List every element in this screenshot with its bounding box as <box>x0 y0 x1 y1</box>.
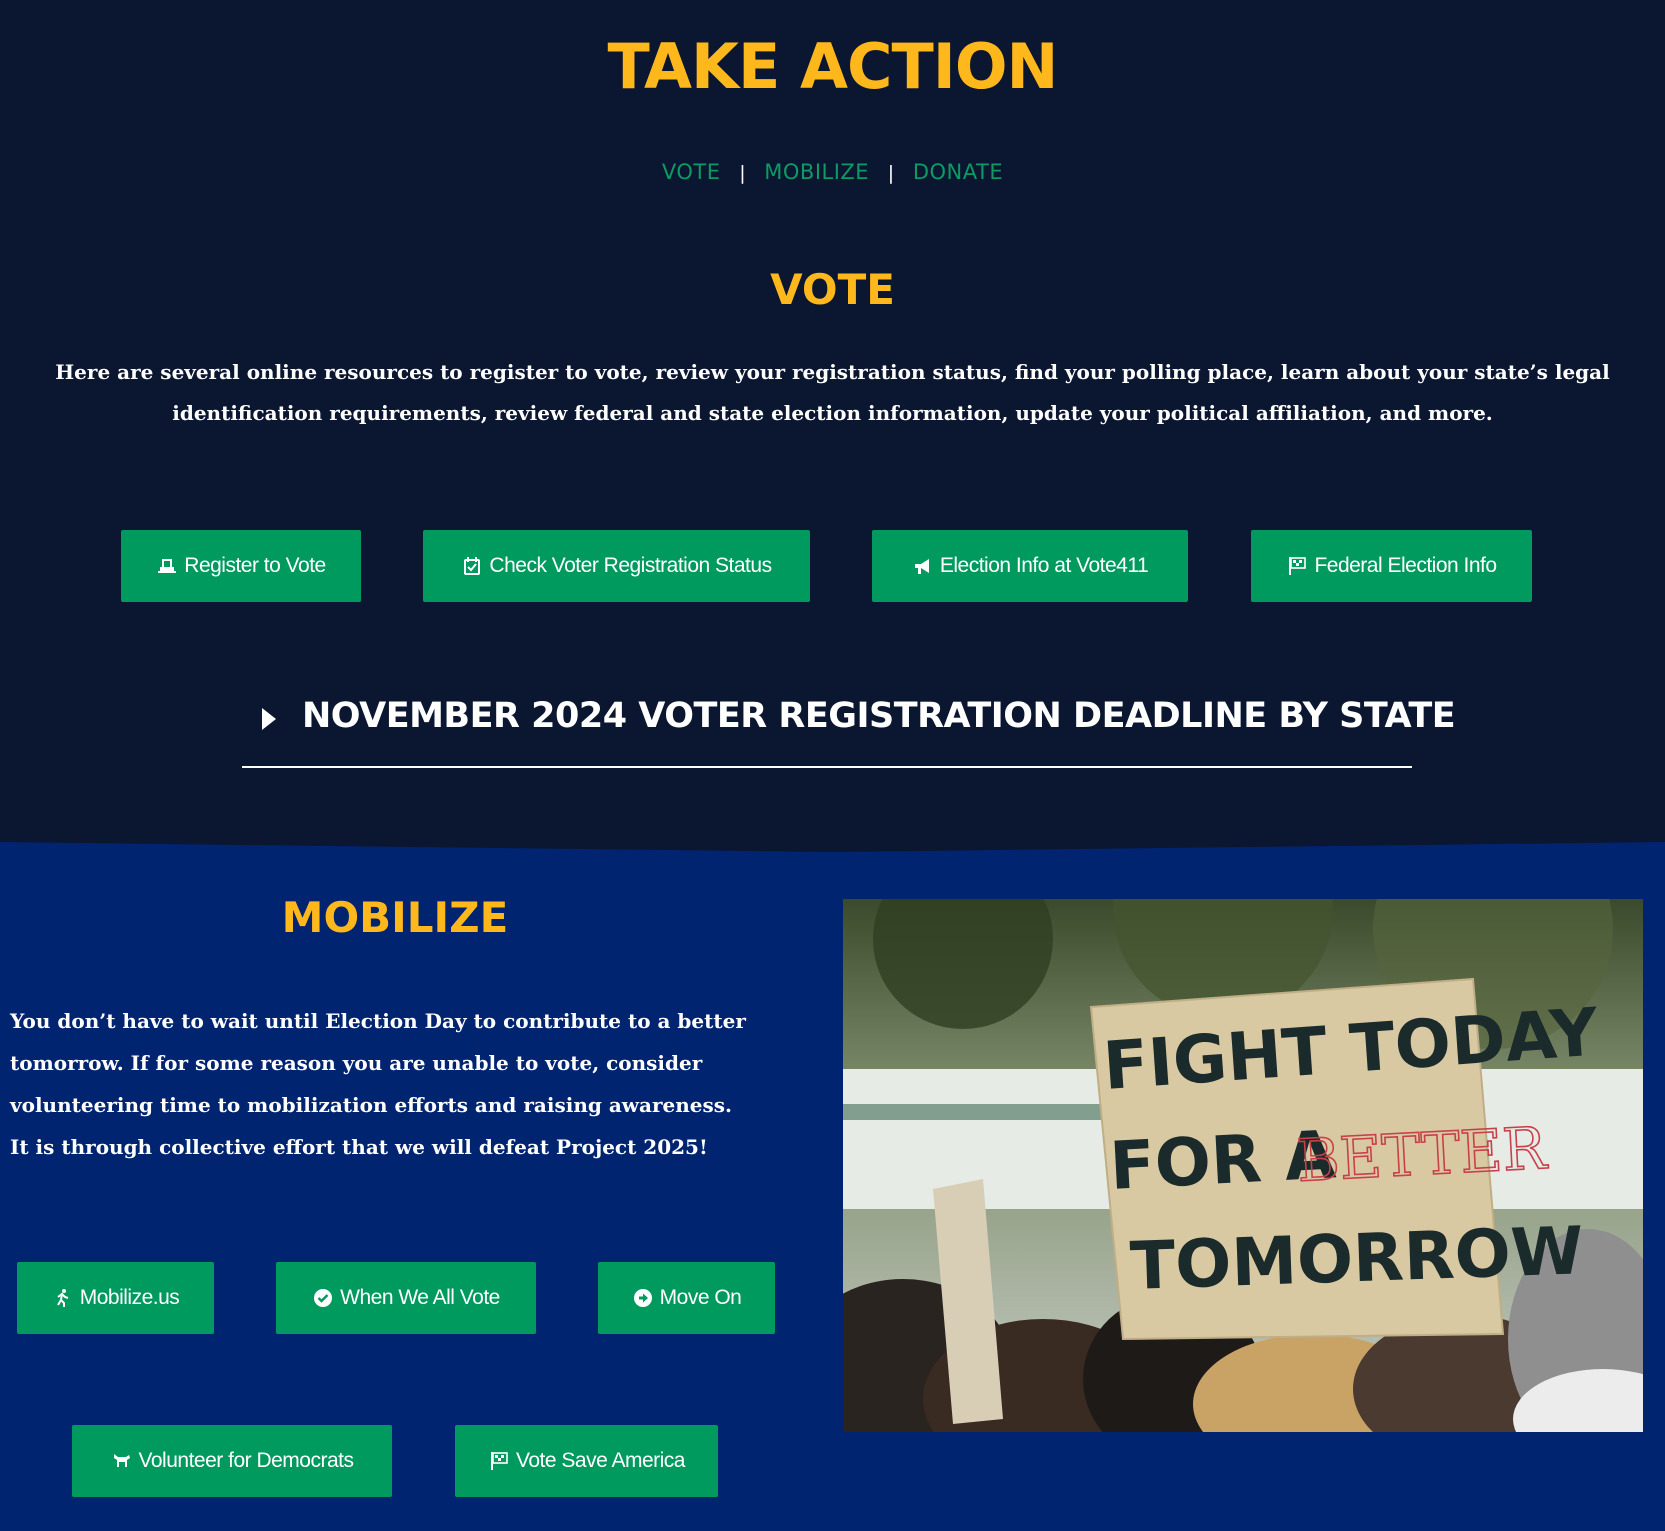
section-nav: VOTE | MOBILIZE | DONATE <box>0 160 1665 184</box>
election-info-vote411-button[interactable]: Election Info at Vote411 <box>872 530 1188 602</box>
button-label: Register to Vote <box>184 554 326 577</box>
ballot-box-icon <box>156 555 178 577</box>
button-label: Federal Election Info <box>1314 554 1497 577</box>
sign-line-3: TOMORROW <box>1129 1212 1585 1305</box>
flag-icon <box>488 1450 510 1472</box>
mobilize-heading: MOBILIZE <box>281 893 509 942</box>
nav-separator: | <box>887 162 895 184</box>
nav-link-vote[interactable]: VOTE <box>662 160 721 184</box>
button-label: When We All Vote <box>340 1286 500 1309</box>
when-we-all-vote-button[interactable]: When We All Vote <box>276 1262 536 1334</box>
move-on-button[interactable]: Move On <box>598 1262 775 1334</box>
megaphone-icon <box>912 555 934 577</box>
nav-separator: | <box>739 162 746 184</box>
button-label: Vote Save America <box>516 1449 685 1472</box>
check-circle-icon <box>312 1287 334 1309</box>
mobilize-description: You don’t have to wait until Election Da… <box>10 1009 746 1159</box>
page-title: TAKE ACTION <box>607 30 1059 103</box>
nav-link-donate[interactable]: DONATE <box>913 160 1003 184</box>
arrow-circle-icon <box>632 1287 654 1309</box>
button-label: Volunteer for Democrats <box>138 1449 354 1472</box>
button-label: Election Info at Vote411 <box>939 554 1149 577</box>
button-label: Check Voter Registration Status <box>489 554 772 577</box>
donkey-icon <box>111 1450 133 1472</box>
section-divider <box>0 832 1665 852</box>
nav-link-mobilize[interactable]: MOBILIZE <box>764 160 869 184</box>
sign-line-2b: BETTER <box>1295 1114 1550 1195</box>
flag-icon <box>1286 555 1308 577</box>
calendar-check-icon <box>461 555 483 577</box>
button-label: Move On <box>659 1286 742 1309</box>
caret-right-icon <box>262 708 276 730</box>
mobilize-us-button[interactable]: Mobilize.us <box>17 1262 214 1334</box>
check-registration-status-button[interactable]: Check Voter Registration Status <box>423 530 810 602</box>
vote-save-america-button[interactable]: Vote Save America <box>455 1425 718 1497</box>
accordion-title: NOVEMBER 2024 VOTER REGISTRATION DEADLIN… <box>302 696 1456 736</box>
vote-description: Here are several online resources to reg… <box>55 360 1610 425</box>
registration-deadline-accordion[interactable]: NOVEMBER 2024 VOTER REGISTRATION DEADLIN… <box>242 690 1456 768</box>
running-person-icon <box>52 1287 74 1309</box>
vote-heading: VOTE <box>770 265 895 314</box>
protest-photo-illustration: FIGHT TODAY FOR A BETTER TOMORROW <box>843 899 1643 1432</box>
federal-election-info-button[interactable]: Federal Election Info <box>1251 530 1532 602</box>
register-to-vote-button[interactable]: Register to Vote <box>121 530 361 602</box>
button-label: Mobilize.us <box>79 1286 180 1309</box>
volunteer-for-democrats-button[interactable]: Volunteer for Democrats <box>72 1425 392 1497</box>
protest-sign-photo: FIGHT TODAY FOR A BETTER TOMORROW <box>843 899 1643 1432</box>
